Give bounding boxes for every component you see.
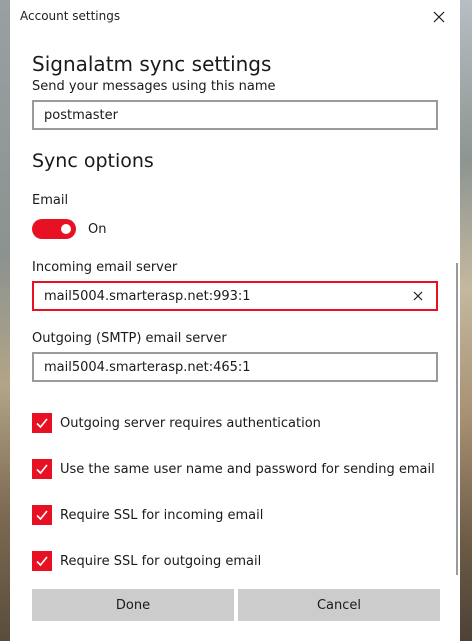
checkmark-icon bbox=[36, 510, 48, 521]
incoming-server-label: Incoming email server bbox=[32, 260, 178, 275]
cancel-button[interactable]: Cancel bbox=[238, 589, 440, 621]
sync-options-heading: Sync options bbox=[32, 150, 154, 172]
done-button[interactable]: Done bbox=[32, 589, 234, 621]
email-toggle-state: On bbox=[88, 222, 107, 237]
close-button[interactable] bbox=[428, 6, 450, 28]
checkbox[interactable] bbox=[32, 459, 52, 479]
checkmark-icon bbox=[36, 556, 48, 567]
scrollbar[interactable] bbox=[456, 263, 458, 575]
option-outgoing-auth[interactable]: Outgoing server requires authentication bbox=[32, 413, 321, 433]
option-same-credentials[interactable]: Use the same user name and password for … bbox=[32, 459, 435, 479]
checkbox-label: Require SSL for incoming email bbox=[60, 507, 264, 523]
clear-icon bbox=[413, 291, 423, 301]
name-input-value: postmaster bbox=[44, 107, 118, 123]
checkbox-label: Outgoing server requires authentication bbox=[60, 415, 321, 431]
checkbox[interactable] bbox=[32, 551, 52, 571]
checkmark-icon bbox=[36, 464, 48, 475]
incoming-server-input[interactable]: mail5004.smarterasp.net:993:1 bbox=[32, 281, 438, 311]
desktop-background-right bbox=[460, 0, 472, 641]
email-toggle[interactable] bbox=[32, 219, 76, 239]
toggle-knob bbox=[61, 224, 71, 234]
sync-settings-heading: Signalatm sync settings bbox=[32, 52, 272, 76]
option-ssl-outgoing[interactable]: Require SSL for outgoing email bbox=[32, 551, 261, 571]
title-bar: Account settings bbox=[10, 0, 460, 34]
outgoing-server-label: Outgoing (SMTP) email server bbox=[32, 331, 227, 346]
checkbox-label: Require SSL for outgoing email bbox=[60, 553, 262, 569]
desktop-background-left bbox=[0, 0, 10, 641]
email-label: Email bbox=[32, 193, 69, 208]
name-input[interactable]: postmaster bbox=[32, 100, 438, 130]
account-settings-dialog: Account settings Signalatm sync settings… bbox=[10, 0, 460, 641]
incoming-server-value: mail5004.smarterasp.net:993:1 bbox=[44, 288, 251, 304]
checkbox-label: Use the same user name and password for … bbox=[60, 461, 435, 477]
outgoing-server-input[interactable]: mail5004.smarterasp.net:465:1 bbox=[32, 352, 438, 382]
name-field-label: Send your messages using this name bbox=[32, 79, 276, 94]
window-title: Account settings bbox=[20, 9, 121, 23]
checkmark-icon bbox=[36, 418, 48, 429]
checkbox[interactable] bbox=[32, 413, 52, 433]
clear-input-button[interactable] bbox=[410, 288, 426, 304]
checkbox[interactable] bbox=[32, 505, 52, 525]
dialog-footer: Done Cancel bbox=[32, 589, 440, 621]
close-icon bbox=[433, 11, 445, 23]
outgoing-server-value: mail5004.smarterasp.net:465:1 bbox=[44, 359, 251, 375]
option-ssl-incoming[interactable]: Require SSL for incoming email bbox=[32, 505, 263, 525]
